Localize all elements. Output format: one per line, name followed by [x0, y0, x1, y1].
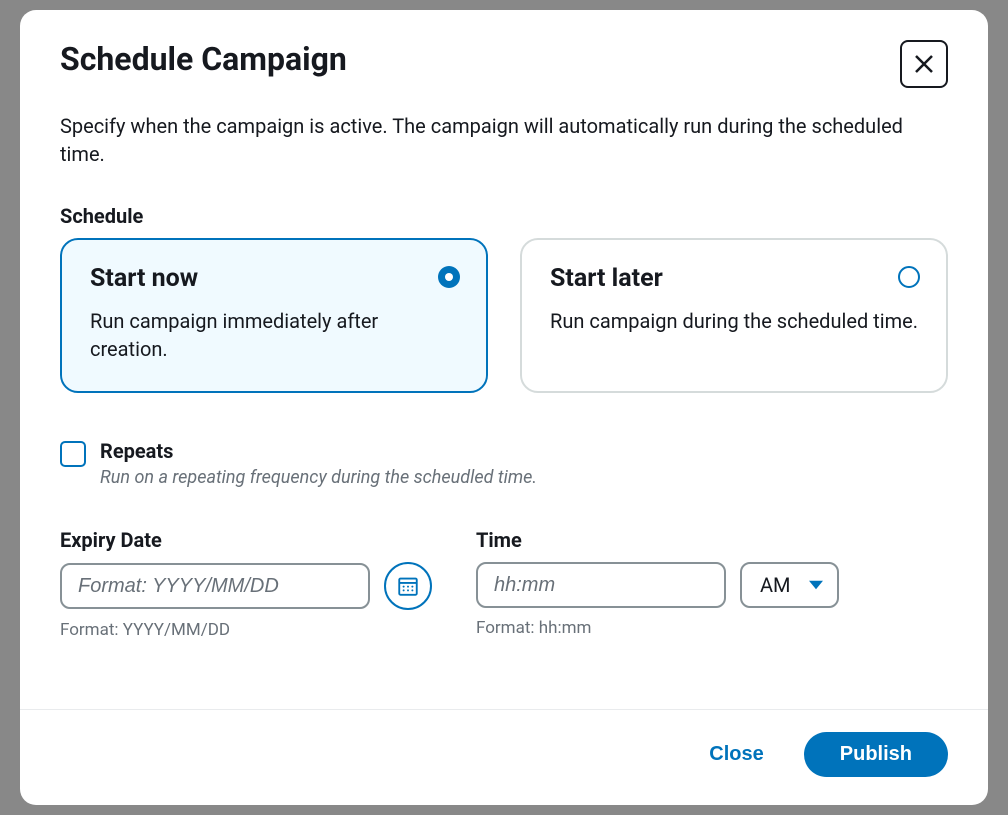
expiry-date-input-row: [60, 562, 432, 610]
repeats-label: Repeats: [100, 439, 537, 463]
chevron-down-icon: [809, 578, 823, 592]
publish-button[interactable]: Publish: [804, 732, 948, 777]
radio-indicator-icon: [898, 266, 920, 288]
schedule-option-start-later[interactable]: Start later Run campaign during the sche…: [520, 238, 948, 393]
expiry-date-field: Expiry Date: [60, 528, 432, 640]
schedule-option-title: Start later: [550, 264, 918, 293]
schedule-options: Start now Run campaign immediately after…: [60, 238, 948, 393]
expiry-date-hint: Format: YYYY/MM/DD: [60, 620, 432, 640]
close-button[interactable]: [900, 40, 948, 88]
calendar-icon: [398, 576, 418, 596]
time-input[interactable]: [476, 562, 726, 608]
expiry-date-input[interactable]: [60, 563, 370, 609]
modal-header: Schedule Campaign: [20, 10, 988, 98]
modal-body: Specify when the campaign is active. The…: [20, 98, 988, 709]
modal-description: Specify when the campaign is active. The…: [60, 112, 948, 168]
calendar-button[interactable]: [384, 562, 432, 610]
repeats-content: Repeats Run on a repeating frequency dur…: [100, 439, 537, 488]
fields-row: Expiry Date: [60, 528, 948, 640]
expiry-date-label: Expiry Date: [60, 528, 432, 552]
time-field: Time AM Format: hh:mm: [476, 528, 839, 640]
time-input-row: AM: [476, 562, 839, 608]
modal-footer: Close Publish: [20, 709, 988, 805]
time-label: Time: [476, 528, 839, 552]
schedule-campaign-modal: Schedule Campaign Specify when the campa…: [20, 10, 988, 805]
close-link-button[interactable]: Close: [697, 735, 775, 774]
modal-backdrop: Schedule Campaign Specify when the campa…: [0, 0, 1008, 815]
repeats-desc: Run on a repeating frequency during the …: [100, 467, 537, 488]
schedule-option-desc: Run campaign during the scheduled time.: [550, 307, 918, 335]
schedule-section-label: Schedule: [60, 204, 948, 228]
schedule-option-title: Start now: [90, 264, 458, 293]
ampm-value: AM: [760, 573, 791, 597]
time-hint: Format: hh:mm: [476, 618, 839, 638]
repeats-checkbox[interactable]: [60, 441, 86, 467]
ampm-select[interactable]: AM: [740, 562, 839, 608]
schedule-option-desc: Run campaign immediately after creation.: [90, 307, 458, 363]
modal-title: Schedule Campaign: [60, 40, 347, 78]
schedule-option-start-now[interactable]: Start now Run campaign immediately after…: [60, 238, 488, 393]
repeats-checkbox-row: Repeats Run on a repeating frequency dur…: [60, 439, 948, 488]
radio-indicator-icon: [438, 266, 460, 288]
close-icon: [912, 52, 936, 76]
